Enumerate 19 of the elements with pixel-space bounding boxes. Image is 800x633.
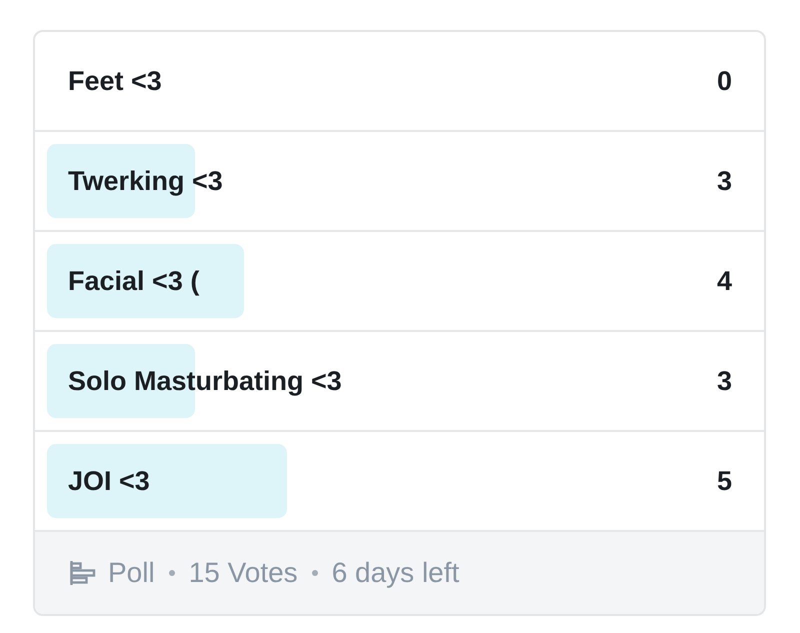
poll-label: Poll [108, 556, 155, 590]
poll-option[interactable]: Facial <3 ( 4 [47, 244, 752, 318]
vote-count: 3 [716, 164, 732, 198]
vote-count: 5 [716, 464, 732, 498]
poll-option[interactable]: JOI <3 5 [47, 444, 752, 518]
vote-count: 3 [716, 364, 732, 398]
option-label: Twerking <3 [68, 164, 223, 198]
option-label: Feet <3 [68, 64, 162, 98]
option-label: JOI <3 [68, 464, 150, 498]
option-label: Facial <3 ( [68, 264, 200, 298]
poll-option[interactable]: Solo Masturbating <3 3 [47, 344, 752, 418]
poll-option[interactable]: Twerking <3 3 [47, 144, 752, 218]
vote-count: 4 [716, 264, 732, 298]
option-label: Solo Masturbating <3 [68, 364, 342, 398]
poll-icon [70, 561, 96, 585]
time-left: 6 days left [332, 556, 460, 590]
poll-option[interactable]: Feet <3 0 [47, 44, 752, 118]
vote-total: 15 Votes [188, 556, 298, 590]
vote-count: 0 [716, 64, 732, 98]
